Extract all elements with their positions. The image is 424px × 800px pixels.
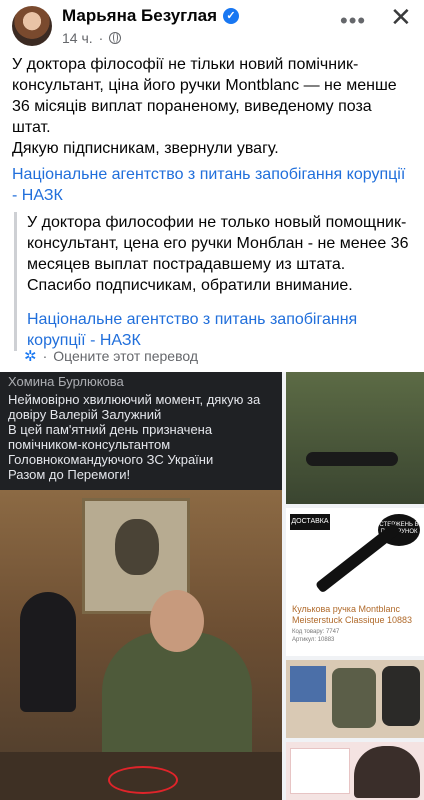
translation-paragraph: У доктора философии не только новый помо…: [27, 214, 409, 273]
screenshot-author: Хомина Бурлюкова: [8, 374, 124, 389]
rate-translation-button[interactable]: ✲ · Оцените этот перевод: [24, 347, 198, 365]
highlight-circle: [108, 766, 178, 794]
pen-title: Кулькова ручка Montblanc Meisterstuck Cl…: [292, 604, 413, 625]
screenshot-text: Неймовірно хвилюючий момент, дякую за до…: [8, 392, 261, 482]
translation-block: У доктора философии не только новый помо…: [14, 212, 414, 351]
collage-thumb-1: [290, 666, 326, 702]
globe-icon: [109, 32, 122, 44]
photo-pen-product[interactable]: ДОСТАВКА СТЕРЖЕНЬ В ПОДАРУНОК Кулькова р…: [286, 508, 424, 656]
pen-meta: Код товару: 7747 Артикул: 10883: [292, 629, 340, 643]
collage-thumb-3: [382, 666, 420, 726]
screenshot-face: [354, 746, 420, 798]
post-body: У доктора філософії не тільки новий помі…: [12, 54, 414, 159]
pen-image: [314, 522, 402, 594]
collage-thumb-2: [332, 668, 376, 728]
photo-screenshot-post[interactable]: [286, 742, 424, 800]
post-text-thanks: Дякую підписникам, звернули увагу.: [12, 140, 279, 157]
close-button[interactable]: ✕: [390, 2, 412, 33]
main-photo[interactable]: Хомина Бурлюкова Неймовірно хвилюючий мо…: [0, 372, 282, 800]
delivery-badge: ДОСТАВКА: [290, 514, 330, 530]
avatar[interactable]: [12, 6, 52, 46]
screenshot-note: [290, 748, 350, 794]
author-name[interactable]: Марьяна Безуглая ✓: [62, 6, 240, 26]
person-woman: [20, 592, 76, 712]
photo-collage[interactable]: [286, 660, 424, 738]
photo-pen-closeup[interactable]: [286, 372, 424, 504]
more-options-button[interactable]: •••: [340, 8, 366, 34]
photo-scene: [0, 490, 282, 800]
post-time[interactable]: 14 ч.: [62, 30, 93, 46]
verified-badge-icon: ✓: [223, 8, 240, 24]
post-text-paragraph: У доктора філософії не тільки новий помі…: [12, 56, 397, 136]
rate-translation-label[interactable]: Оцените этот перевод: [53, 348, 198, 364]
post-header: Марьяна Безуглая ✓ 14 ч. · ••• ✕: [0, 0, 424, 50]
photo-grid: Хомина Бурлюкова Неймовірно хвилюючий мо…: [0, 372, 424, 800]
translation-thanks: Спасибо подписчикам, обратили внимание.: [27, 277, 353, 294]
screenshot-caption: Хомина Бурлюкова Неймовірно хвилюючий мо…: [0, 372, 282, 490]
post-meta: 14 ч. ·: [62, 30, 122, 46]
translation-link-nazk[interactable]: Національне агентство з питань запобіган…: [27, 309, 414, 351]
gear-icon: ✲: [24, 348, 37, 365]
post-link-nazk[interactable]: Національне агентство з питань запобіган…: [12, 164, 412, 206]
author-name-text[interactable]: Марьяна Безуглая: [62, 6, 217, 26]
